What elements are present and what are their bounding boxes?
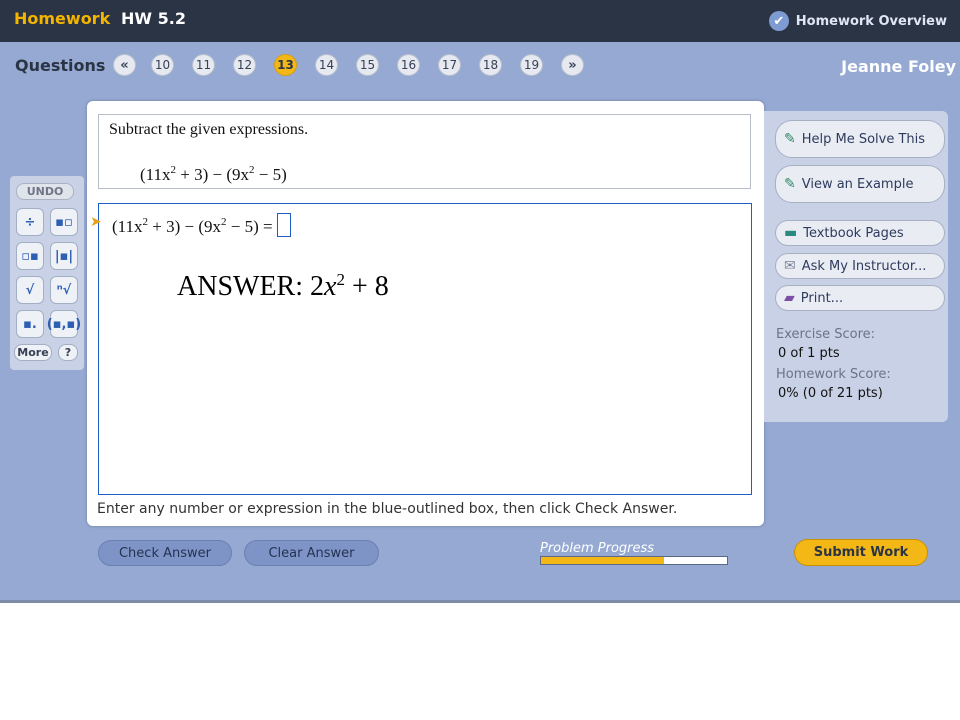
question-bar: Questions « 10 11 12 13 14 15 16 17 18 19 » Jeanne… <box>0 42 960 86</box>
instruction-text: Subtract the given expressions. <box>109 121 309 138</box>
homework-score-value: 0% (0 of 21 pts) <box>778 386 883 401</box>
more-tools-button[interactable]: More <box>14 344 52 361</box>
math-palette: UNDO ÷ ▪▫ ▫▪ |▪| √ ⁿ√ ▪. (▪,▪) More ? <box>10 176 84 370</box>
help-sidebar: ✎ Help Me Solve This ✎ View an Example ▬ Te… <box>764 111 948 422</box>
help-solve-icon: ✎ <box>784 131 796 147</box>
ask-instructor-button[interactable]: ✉ Ask My Instructor... <box>775 253 945 279</box>
current-step-arrow-icon: ➤ <box>90 214 102 230</box>
problem-progress-fill <box>541 557 664 564</box>
ordered-pair-icon[interactable]: (▪,▪) <box>47 310 81 338</box>
book-icon: ▬ <box>784 225 798 241</box>
problem-statement: Subtract the given expressions. (11x2 + … <box>98 114 751 189</box>
question-12-button[interactable]: 12 <box>233 54 256 76</box>
submit-work-button[interactable]: Submit Work <box>794 539 928 566</box>
question-10-button[interactable]: 10 <box>151 54 174 76</box>
example-icon: ✎ <box>784 176 796 192</box>
square-root-icon[interactable]: √ <box>16 276 44 304</box>
student-name: Jeanne Foley <box>841 57 956 76</box>
undo-button[interactable]: UNDO <box>16 183 74 200</box>
printer-icon: ▰ <box>784 290 795 306</box>
question-17-button[interactable]: 17 <box>438 54 461 76</box>
assignment-title: HW 5.2 <box>121 9 186 28</box>
question-16-button[interactable]: 16 <box>397 54 420 76</box>
nth-root-icon[interactable]: ⁿ√ <box>50 276 78 304</box>
check-icon: ✔ <box>768 11 789 31</box>
question-navigator: « 10 11 12 13 14 15 16 17 18 19 » <box>113 54 584 76</box>
subscript-icon[interactable]: ▪. <box>16 310 44 338</box>
top-bar: Homework HW 5.2 ✔ Homework Overview <box>0 0 960 42</box>
question-13-button[interactable]: 13 <box>274 54 297 76</box>
question-18-button[interactable]: 18 <box>479 54 502 76</box>
textbook-pages-button[interactable]: ▬ Textbook Pages <box>775 220 945 246</box>
homework-score-label: Homework Score: <box>776 367 891 382</box>
instruction-hint: Enter any number or expression in the bl… <box>97 501 678 517</box>
question-19-button[interactable]: 19 <box>520 54 543 76</box>
fraction-icon[interactable]: ÷ <box>16 208 44 236</box>
envelope-icon: ✉ <box>784 258 796 274</box>
brand-label: Homework <box>14 9 111 28</box>
clear-answer-button[interactable]: Clear Answer <box>244 540 379 566</box>
absolute-value-icon[interactable]: |▪| <box>50 242 78 270</box>
homework-overview-label: Homework Overview <box>795 13 947 29</box>
homework-overview-link[interactable]: ✔ Homework Overview <box>768 11 947 31</box>
exercise-score-label: Exercise Score: <box>776 327 876 342</box>
problem-progress-label: Problem Progress <box>540 541 655 556</box>
next-questions-button[interactable]: » <box>561 54 584 76</box>
answer-equation: (11x2 + 3) − (9x2 − 5) = <box>112 213 291 237</box>
view-example-button[interactable]: ✎ View an Example <box>775 165 945 203</box>
check-answer-button[interactable]: Check Answer <box>98 540 232 566</box>
question-11-button[interactable]: 11 <box>192 54 215 76</box>
questions-label: Questions <box>15 56 106 75</box>
question-14-button[interactable]: 14 <box>315 54 338 76</box>
print-button[interactable]: ▰ Print... <box>775 285 945 311</box>
mixed-number-icon[interactable]: ▪▫ <box>50 208 78 236</box>
problem-progress-bar <box>540 556 728 565</box>
help-icon[interactable]: ? <box>58 344 78 361</box>
question-panel: Subtract the given expressions. (11x2 + … <box>87 101 764 526</box>
answer-area: ➤ (11x2 + 3) − (9x2 − 5) = ANSWER: 2x2 +… <box>90 203 752 495</box>
help-me-solve-button[interactable]: ✎ Help Me Solve This <box>775 120 945 158</box>
previous-questions-button[interactable]: « <box>113 54 136 76</box>
exercise-score-value: 0 of 1 pts <box>778 346 840 361</box>
mathxl-player: Homework HW 5.2 ✔ Homework Overview Ques… <box>0 0 960 603</box>
answer-input-box[interactable] <box>276 213 291 237</box>
question-15-button[interactable]: 15 <box>356 54 379 76</box>
given-expression: (11x2 + 3) − (9x2 − 5) <box>140 164 287 184</box>
answer-annotation: ANSWER: 2x2 + 8 <box>177 270 389 302</box>
exponent-icon[interactable]: ▫▪ <box>16 242 44 270</box>
